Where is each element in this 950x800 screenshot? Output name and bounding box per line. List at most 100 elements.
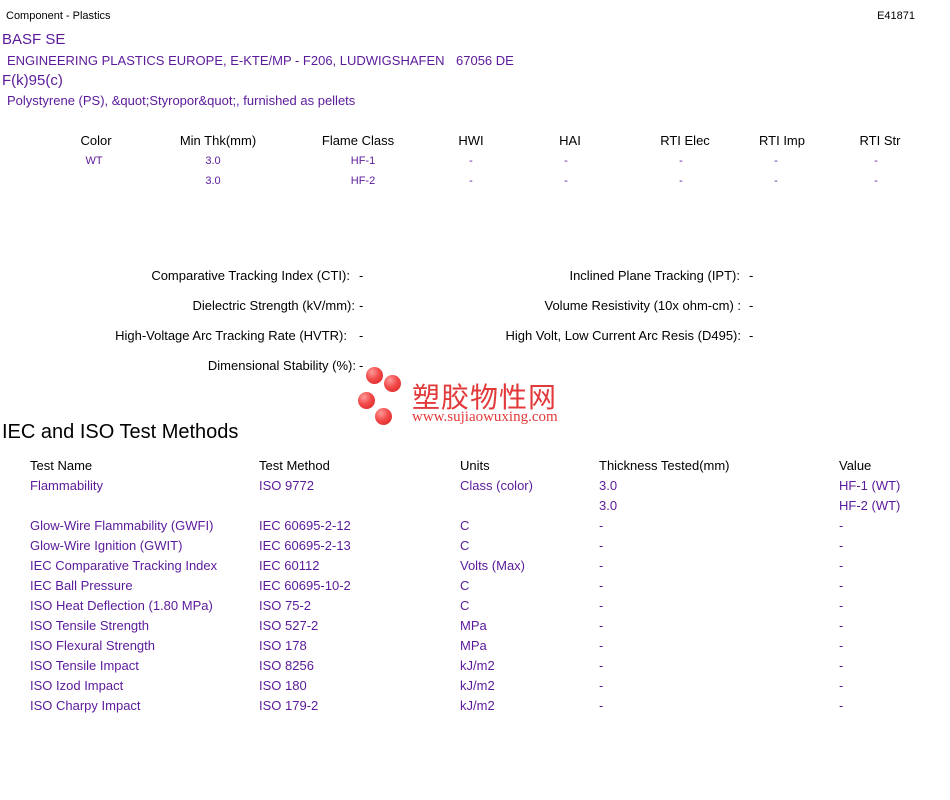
dimensional-stability-value: - — [359, 358, 364, 373]
watermark-url: www.sujiaowuxing.com — [412, 409, 558, 425]
cell-test-name: ISO Charpy Impact — [30, 698, 141, 713]
ipt-value: - — [749, 268, 754, 283]
cell-test-method: ISO 180 — [259, 678, 307, 693]
section-title: IEC and ISO Test Methods — [2, 421, 239, 443]
cti-value: - — [359, 268, 364, 283]
cell-test-name: Flammability — [30, 478, 103, 493]
cell-value: - — [839, 698, 844, 713]
cell-thickness: - — [599, 538, 604, 553]
cell-thickness: - — [599, 558, 604, 573]
cell-test-name: IEC Comparative Tracking Index — [30, 558, 218, 573]
cell-test-method: ISO 527-2 — [259, 618, 319, 633]
cell-hai: - — [564, 155, 568, 167]
cell-rti-imp: - — [774, 155, 778, 167]
col-test-method: Test Method — [259, 458, 330, 473]
cell-units: MPa — [460, 638, 487, 653]
cell-thickness: - — [599, 658, 604, 673]
cell-value: HF-1 (WT) — [839, 478, 901, 493]
col-value: Value — [839, 458, 872, 473]
cell-test-name: ISO Tensile Strength — [30, 618, 149, 633]
cell-test-method: IEC 60695-2-13 — [259, 538, 351, 553]
cell-test-name: IEC Ball Pressure — [30, 578, 133, 593]
volume-resistivity-value: - — [749, 298, 754, 313]
cti-label: Comparative Tracking Index (CTI): — [151, 268, 350, 283]
cell-test-name: ISO Heat Deflection (1.80 MPa) — [30, 598, 213, 613]
hvtr-value: - — [359, 328, 364, 343]
cell-color: WT — [85, 155, 103, 167]
cell-flame-class: HF-1 — [350, 155, 376, 167]
cell-units: kJ/m2 — [460, 678, 495, 693]
cell-test-method: ISO 179-2 — [259, 698, 319, 713]
cell-units: kJ/m2 — [460, 658, 495, 673]
cell-units: MPa — [460, 618, 487, 633]
col-hwi: HWI — [458, 133, 484, 148]
cell-test-name: Glow-Wire Ignition (GWIT) — [30, 538, 183, 553]
col-rti-str: RTI Str — [859, 133, 901, 148]
cell-thickness: - — [599, 638, 604, 653]
cell-value: - — [839, 558, 844, 573]
cell-min-thk: 3.0 — [205, 175, 221, 187]
cell-value: - — [839, 678, 844, 693]
cell-rti-str: - — [874, 155, 878, 167]
cell-test-method: IEC 60112 — [259, 558, 320, 573]
cell-hwi: - — [469, 155, 473, 167]
cell-units: C — [460, 598, 470, 613]
cell-hai: - — [564, 175, 568, 187]
cell-test-name: ISO Flexural Strength — [30, 638, 155, 653]
cell-units: kJ/m2 — [460, 698, 495, 713]
d495-value: - — [749, 328, 754, 343]
cell-rti-elec: - — [679, 175, 683, 187]
cell-value: - — [839, 518, 844, 533]
col-thickness: Thickness Tested(mm) — [599, 458, 730, 473]
company-address: ENGINEERING PLASTICS EUROPE, E-KTE/MP - … — [7, 53, 445, 68]
cell-test-name: ISO Izod Impact — [30, 678, 124, 693]
document-category: Component - Plastics — [6, 10, 111, 22]
d495-label: High Volt, Low Current Arc Resis (D495): — [505, 328, 741, 343]
cell-rti-str: - — [874, 175, 878, 187]
ipt-label: Inclined Plane Tracking (IPT): — [569, 268, 740, 283]
volume-resistivity-label: Volume Resistivity (10x ohm-cm) : — [544, 298, 742, 313]
cell-thickness: - — [599, 578, 604, 593]
cell-units: C — [460, 518, 470, 533]
cell-units: Class (color) — [460, 478, 533, 493]
cell-thickness: 3.0 — [599, 478, 618, 493]
cell-rti-elec: - — [679, 155, 683, 167]
cell-value: - — [839, 598, 844, 613]
col-hai: HAI — [559, 133, 581, 148]
cell-rti-imp: - — [774, 175, 778, 187]
col-flame-class: Flame Class — [321, 133, 395, 148]
grade-name: F(k)95(c) — [2, 72, 63, 89]
logo-ball-icon — [384, 375, 401, 392]
cell-test-method: IEC 60695-2-12 — [259, 518, 351, 533]
cell-thickness: - — [599, 618, 604, 633]
col-rti-imp: RTI Imp — [759, 133, 805, 148]
cell-test-method: ISO 178 — [259, 638, 307, 653]
cell-value: - — [839, 658, 844, 673]
logo-ball-icon — [366, 367, 383, 384]
cell-units: C — [460, 538, 470, 553]
dimensional-stability-label: Dimensional Stability (%): — [207, 358, 356, 373]
cell-test-method: IEC 60695-10-2 — [259, 578, 351, 593]
cell-flame-class: HF-2 — [350, 175, 376, 187]
col-color: Color — [80, 133, 112, 148]
company-name: BASF SE — [2, 31, 66, 48]
cell-test-method: ISO 8256 — [259, 658, 314, 673]
file-number: E41871 — [877, 10, 915, 22]
cell-thickness: - — [599, 698, 604, 713]
col-units: Units — [460, 458, 490, 473]
dielectric-strength-label: Dielectric Strength (kV/mm): — [192, 298, 355, 313]
cell-value: - — [839, 578, 844, 593]
hvtr-label: High-Voltage Arc Tracking Rate (HVTR): — [115, 328, 347, 343]
dielectric-strength-value: - — [359, 298, 364, 313]
cell-thickness: - — [599, 678, 604, 693]
cell-test-method: ISO 75-2 — [259, 598, 312, 613]
material-description: Polystyrene (PS), &quot;Styropor&quot;, … — [7, 93, 356, 108]
cell-value: - — [839, 538, 844, 553]
col-rti-elec: RTI Elec — [660, 133, 710, 148]
col-test-name: Test Name — [30, 458, 93, 473]
cell-units: C — [460, 578, 470, 593]
cell-min-thk: 3.0 — [205, 155, 221, 167]
company-postal: 67056 DE — [456, 53, 514, 68]
cell-hwi: - — [469, 175, 473, 187]
cell-value: - — [839, 638, 844, 653]
